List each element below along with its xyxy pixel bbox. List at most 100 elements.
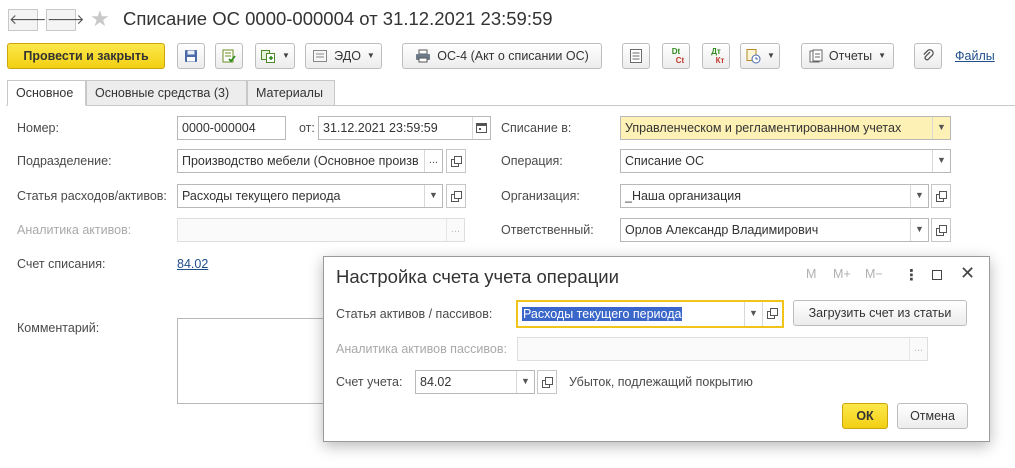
organization-field[interactable]: _Наша организация ▼ — [620, 184, 929, 208]
related-documents-icon — [746, 49, 761, 64]
memory-minus-button[interactable]: M− — [865, 267, 883, 281]
open-window-icon — [767, 308, 778, 319]
ellipsis-button[interactable]: ... — [424, 150, 442, 172]
document-list-icon — [630, 49, 642, 63]
date-from-label: от: — [299, 121, 315, 135]
memory-m-button[interactable]: M — [806, 267, 816, 281]
dialog-account-description: Убыток, подлежащий покрытию — [569, 375, 753, 389]
writeoff-in-select[interactable]: Управленческом и регламентированном учет… — [620, 116, 951, 140]
chevron-down-icon: ▼ — [282, 51, 290, 60]
account-settings-dialog: Настройка счета учета операции M M+ M− ⋮… — [323, 256, 990, 442]
date-field[interactable]: 31.12.2021 23:59:59 — [318, 116, 491, 140]
calendar-icon[interactable] — [472, 117, 490, 139]
arrow-left-icon: 🡐 — [9, 11, 47, 27]
open-expense-item-button[interactable] — [446, 184, 466, 208]
create-based-on-icon — [261, 50, 276, 63]
back-button[interactable]: 🡐 — [8, 9, 47, 31]
chevron-down-icon[interactable]: ▼ — [910, 219, 928, 241]
responsible-label: Ответственный: — [501, 223, 594, 237]
tab-materials[interactable]: Материалы — [247, 80, 335, 106]
comment-textarea[interactable] — [177, 318, 327, 404]
number-label: Номер: — [17, 121, 59, 135]
reports-icon — [809, 49, 823, 63]
comment-label: Комментарий: — [17, 321, 100, 335]
expense-item-field[interactable]: Расходы текущего периода ▼ — [177, 184, 443, 208]
reports-button[interactable]: Отчеты ▼ — [801, 43, 894, 69]
expense-item-label: Статья расходов/активов: — [17, 189, 167, 203]
dialog-account-field[interactable]: 84.02 ▼ — [415, 370, 535, 394]
dialog-analytics-field: ... — [517, 337, 928, 361]
dialog-item-label: Статья активов / пассивов: — [336, 307, 493, 321]
open-responsible-button[interactable] — [931, 218, 951, 242]
dt-kt-icon-top: Дт — [711, 47, 721, 56]
post-and-close-button[interactable]: Провести и закрыть — [7, 43, 165, 69]
tab-divider — [6, 105, 1015, 106]
chevron-down-icon: ▼ — [366, 51, 375, 60]
ok-button[interactable]: ОК — [842, 403, 888, 429]
print-os4-button[interactable]: ОС-4 (Акт о списании ОС) — [402, 43, 602, 69]
post-document-icon — [222, 49, 236, 63]
ellipsis-button: ... — [446, 219, 464, 241]
writeoff-account-link[interactable]: 84.02 — [177, 257, 208, 271]
open-organization-button[interactable] — [931, 184, 951, 208]
dialog-title: Настройка счета учета операции — [336, 266, 619, 287]
ellipsis-button: ... — [909, 338, 927, 360]
chevron-down-icon[interactable]: ▼ — [910, 185, 928, 207]
page-title: Списание ОС 0000-000004 от 31.12.2021 23… — [123, 8, 553, 29]
load-account-from-item-button[interactable]: Загрузить счет из статьи — [793, 300, 967, 326]
dt-ct-icon-top: Dt — [671, 47, 681, 56]
open-window-icon — [450, 190, 462, 202]
files-link[interactable]: Файлы — [955, 49, 995, 63]
dt-kt-icon-bottom: Кт — [715, 56, 725, 65]
dialog-account-label: Счет учета: — [336, 375, 403, 389]
operation-label: Операция: — [501, 154, 563, 168]
dialog-analytics-label: Аналитика активов пассивов: — [336, 342, 507, 356]
open-window-icon — [935, 224, 947, 236]
chevron-down-icon[interactable]: ▼ — [932, 150, 950, 172]
edo-button[interactable]: ЭДО ▼ — [305, 43, 382, 69]
close-icon[interactable]: ✕ — [960, 263, 975, 283]
paperclip-icon — [923, 49, 934, 61]
memory-plus-button[interactable]: M+ — [833, 267, 851, 281]
open-window-icon — [541, 376, 553, 388]
printer-icon — [416, 49, 431, 63]
dialog-item-field[interactable]: Расходы текущего периода ▼ — [516, 300, 784, 328]
asset-analytics-label: Аналитика активов: — [17, 223, 132, 237]
journal-entries-button[interactable]: Дт Кт — [702, 43, 730, 69]
tab-main[interactable]: Основное — [7, 80, 86, 106]
arrow-right-icon: 🡒 — [47, 11, 85, 27]
forward-button[interactable]: 🡒 — [46, 9, 85, 31]
floppy-disk-icon — [185, 50, 197, 62]
open-account-button[interactable] — [537, 370, 557, 394]
chevron-down-icon[interactable]: ▼ — [516, 371, 534, 393]
writeoff-in-label: Списание в: — [501, 121, 572, 135]
division-field[interactable]: Производство мебели (Основное произв ... — [177, 149, 443, 173]
division-label: Подразделение: — [17, 154, 112, 168]
tab-fixed-assets[interactable]: Основные средства (3) — [86, 80, 247, 106]
open-window-icon — [935, 190, 947, 202]
chevron-down-icon: ▼ — [767, 51, 775, 60]
more-actions-icon[interactable]: ⋮ — [904, 266, 919, 284]
favorite-star-icon[interactable]: ★ — [90, 6, 110, 32]
attach-file-button[interactable] — [914, 43, 942, 69]
open-item-button[interactable] — [762, 302, 782, 326]
open-division-button[interactable] — [446, 149, 466, 173]
save-button[interactable] — [177, 43, 205, 69]
number-field[interactable]: 0000-000004 — [177, 116, 286, 140]
operation-select[interactable]: Списание ОС ▼ — [620, 149, 951, 173]
writeoff-account-label: Счет списания: — [17, 257, 106, 271]
maximize-icon[interactable] — [932, 270, 942, 280]
related-documents-button[interactable]: ▼ — [740, 43, 780, 69]
create-based-on-button[interactable]: ▼ — [255, 43, 295, 69]
dt-ct-button[interactable]: Dt Ct — [662, 43, 690, 69]
chevron-down-icon[interactable]: ▼ — [424, 185, 442, 207]
dt-ct-icon-bottom: Ct — [675, 56, 685, 65]
responsible-field[interactable]: Орлов Александр Владимирович ▼ — [620, 218, 929, 242]
chevron-down-icon[interactable]: ▼ — [932, 117, 950, 139]
post-button[interactable] — [215, 43, 243, 69]
structure-button[interactable] — [622, 43, 650, 69]
cancel-button[interactable]: Отмена — [897, 403, 968, 429]
asset-analytics-field: ... — [177, 218, 465, 242]
open-window-icon — [450, 155, 462, 167]
chevron-down-icon[interactable]: ▼ — [744, 302, 762, 326]
